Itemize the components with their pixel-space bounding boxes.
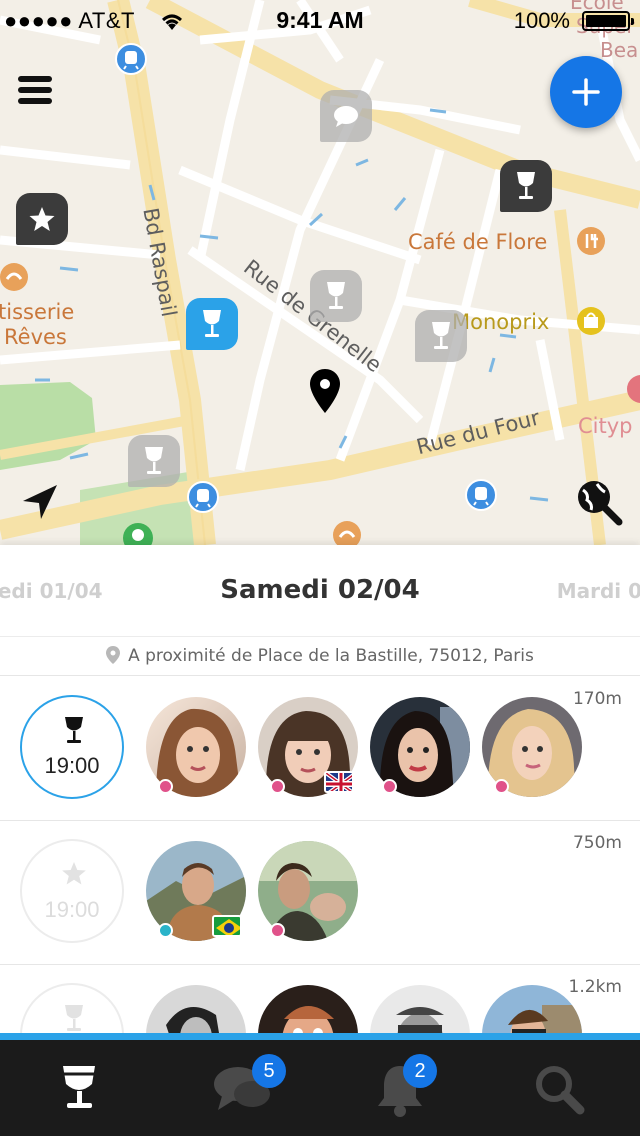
status-dot xyxy=(382,779,397,794)
battery-percent: 100% xyxy=(513,8,570,33)
map-view[interactable]: Bd Raspail Rue de Grenelle Rue du Four C… xyxy=(0,0,640,545)
bakery-poi-icon[interactable] xyxy=(0,262,30,292)
messages-badge: 5 xyxy=(252,1054,286,1088)
attendee-avatar[interactable] xyxy=(482,985,582,1037)
metro-station-icon-3[interactable] xyxy=(464,478,498,512)
wine-event-pin-selected[interactable] xyxy=(186,298,238,350)
wine-glass-icon xyxy=(62,1066,96,1108)
chat-icon xyxy=(334,106,358,127)
attendee-avatar[interactable] xyxy=(146,985,246,1037)
location-marker-icon[interactable] xyxy=(308,368,342,414)
search-icon xyxy=(536,1066,585,1115)
event-distance: 750m xyxy=(572,833,622,853)
next-day-tab[interactable]: Mardi 0 xyxy=(557,579,640,603)
attendee-avatar[interactable] xyxy=(146,841,246,941)
attendee-avatar[interactable] xyxy=(370,697,470,797)
bakery-poi-icon-2[interactable] xyxy=(332,520,362,545)
attendee-avatar[interactable] xyxy=(258,985,358,1037)
notifications-badge: 2 xyxy=(403,1054,437,1088)
brazil-flag-icon xyxy=(212,915,242,937)
star-icon xyxy=(29,207,55,231)
poi-label-citypharma: Cityp xyxy=(578,414,633,438)
metro-station-icon[interactable] xyxy=(114,42,148,76)
wine-event-pin-3[interactable] xyxy=(128,435,180,487)
status-bar: ●●●●● AT&T 9:41 AM 100% xyxy=(0,0,640,40)
status-dot xyxy=(270,923,285,938)
app-screen: Bd Raspail Rue de Grenelle Rue du Four C… xyxy=(0,0,640,1136)
wine-event-pin[interactable] xyxy=(310,270,362,322)
wine-glass-icon xyxy=(145,447,163,474)
event-time: 19:00 xyxy=(44,897,100,922)
tab-notifications[interactable]: 2 xyxy=(320,1040,480,1136)
location-text: A proximité de Place de la Bastille, 750… xyxy=(128,646,534,666)
wine-glass-icon xyxy=(327,282,345,309)
wine-glass-icon xyxy=(65,717,83,743)
location-bar[interactable]: A proximité de Place de la Bastille, 750… xyxy=(0,636,640,676)
poi-label-patisserie-line2: Rêves xyxy=(4,325,67,349)
tab-messages[interactable]: 5 xyxy=(160,1040,320,1136)
globe-search-icon[interactable] xyxy=(575,478,623,526)
current-day-title: Samedi 02/04 xyxy=(220,575,420,605)
attendee-avatar[interactable] xyxy=(370,985,470,1037)
star-event-pin[interactable] xyxy=(16,193,68,245)
poi-label-cafe-de-flore: Café de Flore xyxy=(408,230,548,254)
location-pin-icon xyxy=(106,646,121,664)
menu-button[interactable] xyxy=(18,76,52,106)
wine-glass-icon xyxy=(432,322,450,349)
poi-label-patisserie-line1: tisserie xyxy=(0,300,75,324)
event-list[interactable]: 19:00 170m 19:00 750m 1.2km xyxy=(0,677,640,1037)
status-dot xyxy=(158,779,173,794)
restaurant-poi-icon[interactable] xyxy=(576,226,606,256)
battery-icon xyxy=(582,11,634,31)
event-row[interactable]: 19:00 170m xyxy=(0,677,640,821)
pharmacy-poi-icon[interactable] xyxy=(626,374,640,404)
plus-icon xyxy=(572,78,600,106)
chat-event-pin[interactable] xyxy=(320,90,372,142)
tab-bar: 5 2 xyxy=(0,1040,640,1136)
navigation-arrow-icon[interactable] xyxy=(20,482,60,522)
park-poi-icon[interactable] xyxy=(122,522,154,545)
attendee-avatar[interactable] xyxy=(258,697,358,797)
status-dot xyxy=(494,779,509,794)
event-time-button[interactable] xyxy=(20,983,124,1037)
wine-glass-icon xyxy=(203,310,221,337)
attendee-avatar[interactable] xyxy=(258,841,358,941)
event-time-button[interactable]: 19:00 xyxy=(20,839,124,943)
event-row[interactable]: 19:00 750m xyxy=(0,821,640,965)
event-time: 19:00 xyxy=(44,753,100,778)
wine-event-pin-2[interactable] xyxy=(415,310,467,362)
tab-search[interactable] xyxy=(480,1040,640,1136)
attendee-avatar[interactable] xyxy=(146,697,246,797)
event-time-button[interactable]: 19:00 xyxy=(20,695,124,799)
attendee-avatar[interactable] xyxy=(482,697,582,797)
tab-events[interactable] xyxy=(0,1040,160,1136)
metro-station-icon-2[interactable] xyxy=(186,480,220,514)
day-selector: redi 01/04 Samedi 02/04 Mardi 0 xyxy=(0,545,640,637)
status-dot xyxy=(158,923,173,938)
wine-event-pin-dark[interactable] xyxy=(500,160,552,212)
wine-glass-icon xyxy=(517,172,535,199)
event-row[interactable]: 1.2km xyxy=(0,965,640,1037)
status-dot xyxy=(270,779,285,794)
hamburger-icon xyxy=(18,76,52,82)
star-icon xyxy=(62,862,86,885)
uk-flag-icon xyxy=(324,771,354,793)
add-event-button[interactable] xyxy=(550,56,622,128)
wine-glass-icon xyxy=(65,1005,83,1031)
tab-bar-accent-line xyxy=(0,1033,640,1040)
shop-poi-icon[interactable] xyxy=(576,306,606,336)
